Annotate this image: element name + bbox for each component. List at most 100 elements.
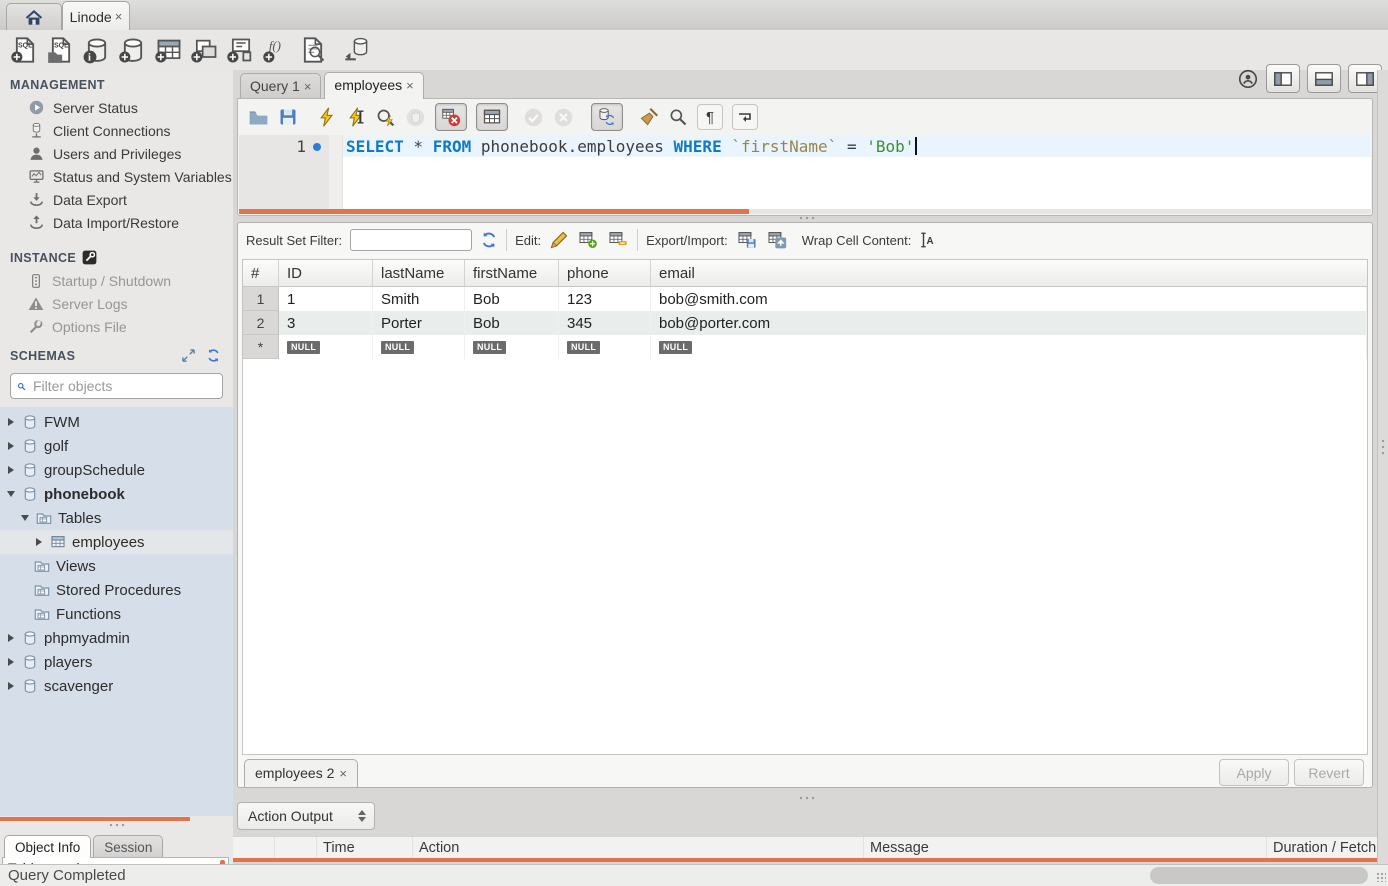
create-table-button[interactable]: [152, 35, 186, 65]
expand-schemas-icon[interactable]: [181, 348, 196, 363]
close-icon[interactable]: ×: [406, 79, 414, 92]
output-col-action[interactable]: Action: [413, 837, 864, 859]
object-info-scrollbar[interactable]: [220, 860, 225, 864]
create-function-button[interactable]: f(): [260, 35, 294, 65]
cell-lastname[interactable]: Smith: [373, 287, 465, 311]
tree-item-views-folder[interactable]: Views: [0, 554, 233, 578]
expander-icon[interactable]: [8, 682, 14, 690]
stop-query-icon[interactable]: [405, 107, 426, 128]
scrollbar-thumb[interactable]: [239, 209, 749, 214]
column-header-phone[interactable]: phone: [559, 260, 651, 286]
cell-id[interactable]: 1: [279, 287, 373, 311]
commit-icon[interactable]: [523, 107, 544, 128]
explain-query-icon[interactable]: [375, 107, 396, 128]
tree-item-functions-folder[interactable]: Functions: [0, 602, 233, 626]
editor-horizontal-scrollbar[interactable]: [239, 209, 1371, 214]
window-resize-grip[interactable]: [1376, 872, 1386, 882]
find-icon[interactable]: [668, 107, 688, 127]
tree-item-schema-golf[interactable]: golf: [0, 434, 233, 458]
cell-null[interactable]: NULL: [373, 335, 465, 359]
horizontal-scrollbar-thumb[interactable]: [1150, 867, 1368, 884]
create-procedure-button[interactable]: [224, 35, 258, 65]
sidebar-item-users-privileges[interactable]: Users and Privileges: [0, 142, 233, 165]
sidebar-item-options-file[interactable]: Options File: [0, 315, 233, 338]
cell-null[interactable]: NULL: [279, 335, 373, 359]
new-query-tab-button[interactable]: SQL: [8, 35, 42, 65]
output-horizontal-scrollbar[interactable]: [233, 858, 1381, 862]
close-icon[interactable]: ×: [304, 80, 312, 93]
cell-null[interactable]: NULL: [465, 335, 559, 359]
add-row-icon[interactable]: [577, 230, 599, 250]
expander-icon[interactable]: [8, 658, 14, 666]
column-header-firstname[interactable]: firstName: [465, 260, 559, 286]
reconnect-dbms-button[interactable]: [340, 35, 374, 65]
table-row-new[interactable]: * NULL NULL NULL NULL NULL: [243, 335, 1367, 359]
cell-null[interactable]: NULL: [559, 335, 651, 359]
editor-result-splitter-grip[interactable]: [798, 216, 816, 220]
cell-firstname[interactable]: Bob: [465, 311, 559, 335]
toggle-autocommit-button[interactable]: [591, 103, 623, 131]
tree-item-table-employees[interactable]: employees: [0, 530, 233, 554]
splitter-grip[interactable]: [108, 823, 126, 827]
editor-text-area[interactable]: SELECT * FROM phonebook.employees WHERE …: [343, 135, 1371, 209]
home-tab[interactable]: [6, 3, 62, 31]
sidebar-item-data-import[interactable]: Data Import/Restore: [0, 211, 233, 234]
tab-query-1[interactable]: Query 1×: [240, 73, 321, 98]
output-selector-dropdown[interactable]: Action Output: [237, 802, 375, 830]
result-output-splitter-grip[interactable]: [798, 796, 816, 800]
column-header-id[interactable]: ID: [279, 260, 373, 286]
beautify-script-icon[interactable]: [638, 107, 659, 128]
table-row[interactable]: 1 1 Smith Bob 123 bob@smith.com: [243, 287, 1367, 311]
connection-tab-linode[interactable]: Linode ×: [62, 1, 130, 31]
rollback-icon[interactable]: [553, 107, 574, 128]
connection-info-button[interactable]: i: [80, 35, 114, 65]
open-sql-script-button[interactable]: SQL: [44, 35, 78, 65]
expander-icon[interactable]: [8, 466, 14, 474]
toggle-stop-on-error-button[interactable]: [435, 103, 467, 131]
execute-query-icon[interactable]: [317, 107, 337, 127]
cell-phone[interactable]: 123: [559, 287, 651, 311]
cell-phone[interactable]: 345: [559, 311, 651, 335]
edit-record-icon[interactable]: [549, 230, 569, 250]
cell-firstname[interactable]: Bob: [465, 287, 559, 311]
output-col-duration[interactable]: Duration / Fetch: [1267, 837, 1388, 859]
splitter-grip[interactable]: [1381, 438, 1385, 456]
tree-item-schema-phonebook[interactable]: phonebook: [0, 482, 233, 506]
export-recordset-icon[interactable]: [736, 230, 758, 250]
revert-button[interactable]: Revert: [1294, 759, 1364, 786]
tree-item-stored-procedures-folder[interactable]: Stored Procedures: [0, 578, 233, 602]
expander-icon[interactable]: [36, 538, 42, 546]
sidebar-item-startup-shutdown[interactable]: Startup / Shutdown: [0, 269, 233, 292]
schema-inspector-button[interactable]: [296, 35, 330, 65]
toggle-limit-rows-button[interactable]: [476, 103, 508, 131]
save-icon[interactable]: [278, 107, 298, 127]
toggle-invisibles-button[interactable]: ¶: [697, 104, 723, 130]
schema-filter-input[interactable]: [31, 377, 216, 395]
tab-object-info[interactable]: Object Info: [4, 835, 91, 858]
create-view-button[interactable]: [188, 35, 222, 65]
import-records-icon[interactable]: [766, 230, 788, 250]
tab-employees[interactable]: employees×: [324, 72, 423, 99]
sidebar-item-client-connections[interactable]: Client Connections: [0, 119, 233, 142]
output-col-message[interactable]: Message: [864, 837, 1267, 859]
tree-item-schema-phpmyadmin[interactable]: phpmyadmin: [0, 626, 233, 650]
tree-item-schema-fwm[interactable]: FWM: [0, 410, 233, 434]
column-header-rownum[interactable]: #: [243, 260, 279, 286]
open-file-icon[interactable]: [248, 107, 269, 128]
cell-id[interactable]: 3: [279, 311, 373, 335]
sidebar-item-status-system-variables[interactable]: Status and System Variables: [0, 165, 233, 188]
apply-button[interactable]: Apply: [1219, 759, 1289, 786]
result-tab-employees-2[interactable]: employees 2 ×: [244, 759, 358, 787]
table-row[interactable]: 2 3 Porter Bob 345 bob@porter.com: [243, 311, 1367, 335]
sidebar-item-data-export[interactable]: Data Export: [0, 188, 233, 211]
sidebar-item-server-logs[interactable]: Server Logs: [0, 292, 233, 315]
sql-code-editor[interactable]: 1 SELECT * FROM phonebook.employees WHER…: [239, 135, 1371, 209]
result-set-filter-input[interactable]: [350, 229, 472, 251]
tree-item-tables-folder[interactable]: Tables: [0, 506, 233, 530]
expander-icon[interactable]: [8, 418, 14, 426]
cell-email[interactable]: bob@smith.com: [651, 287, 1367, 311]
delete-row-icon[interactable]: [607, 230, 629, 250]
sidebar-splitter[interactable]: [0, 816, 233, 822]
column-header-email[interactable]: email: [651, 260, 1367, 286]
execute-current-statement-icon[interactable]: [346, 107, 366, 127]
